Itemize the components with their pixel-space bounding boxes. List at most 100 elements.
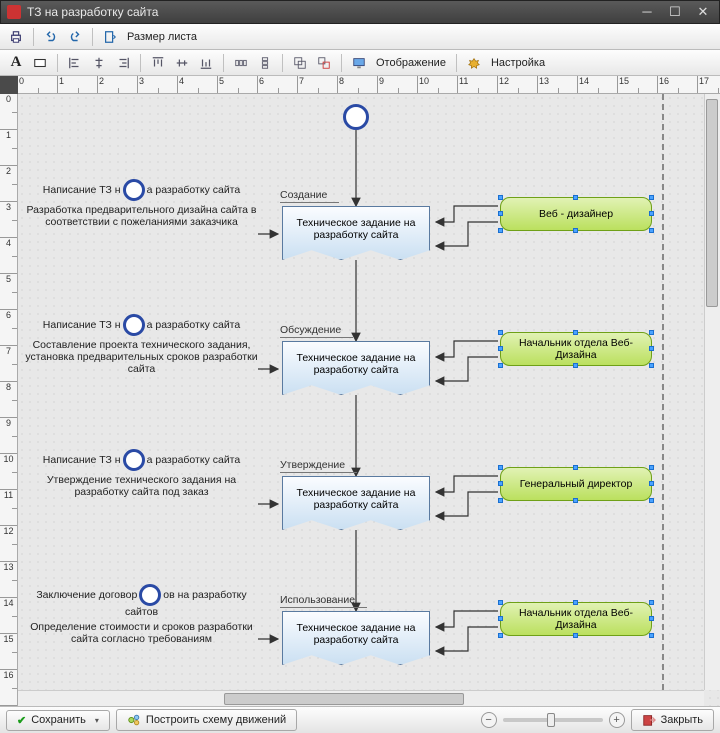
annotation-body: Определение стоимости и сроков разработк… — [24, 621, 259, 645]
resize-handle[interactable] — [573, 600, 578, 605]
annotation[interactable]: Написание ТЗ на разработку сайта Разработ… — [24, 179, 259, 228]
page-size-icon[interactable] — [100, 27, 120, 47]
close-window-button[interactable]: ✕ — [693, 4, 713, 20]
toolbar-primary: Размер листа — [0, 24, 720, 50]
resize-handle[interactable] — [498, 195, 503, 200]
minimize-button[interactable]: ─ — [637, 4, 657, 20]
close-button[interactable]: Закрыть — [631, 709, 714, 731]
display-label[interactable]: Отображение — [373, 57, 449, 69]
align-center-h-button[interactable] — [89, 53, 109, 73]
zoom-control: − + — [481, 712, 625, 728]
scrollbar-horizontal[interactable] — [18, 690, 704, 706]
redo-button[interactable] — [65, 27, 85, 47]
resize-handle[interactable] — [498, 633, 503, 638]
toolbar-secondary: A Отображение Настройка — [0, 50, 720, 76]
resize-handle[interactable] — [498, 211, 503, 216]
document-node[interactable]: Техническое задание на разработку сайта — [282, 341, 430, 395]
zoom-in-button[interactable]: + — [609, 712, 625, 728]
stage-label: Утверждение — [280, 459, 357, 473]
canvas[interactable]: Написание ТЗ на разработку сайта Разработ… — [18, 94, 720, 706]
align-left-button[interactable] — [65, 53, 85, 73]
page-margin-guide — [662, 94, 664, 690]
titlebar: ТЗ на разработку сайта ─ ☐ ✕ — [0, 0, 720, 24]
settings-icon[interactable] — [464, 53, 484, 73]
resize-handle[interactable] — [649, 616, 654, 621]
resize-handle[interactable] — [573, 498, 578, 503]
align-bottom-button[interactable] — [196, 53, 216, 73]
resize-handle[interactable] — [649, 498, 654, 503]
resize-handle[interactable] — [498, 600, 503, 605]
resize-handle[interactable] — [573, 195, 578, 200]
resize-handle[interactable] — [573, 330, 578, 335]
annotation-circle-icon — [123, 314, 145, 336]
annotation-head: Написание ТЗ на разработку сайта — [24, 179, 259, 201]
save-button[interactable]: ✔Сохранить — [6, 710, 110, 731]
resize-handle[interactable] — [573, 363, 578, 368]
resize-handle[interactable] — [498, 616, 503, 621]
resize-handle[interactable] — [573, 633, 578, 638]
annotation[interactable]: Написание ТЗ на разработку сайтаУтвержде… — [24, 449, 259, 498]
resize-handle[interactable] — [649, 600, 654, 605]
resize-handle[interactable] — [649, 481, 654, 486]
page-size-label[interactable]: Размер листа — [124, 31, 200, 43]
annotation-body: Составление проекта технического задания… — [24, 339, 259, 375]
distribute-v-button[interactable] — [255, 53, 275, 73]
resize-handle[interactable] — [649, 363, 654, 368]
print-button[interactable] — [6, 27, 26, 47]
display-icon[interactable] — [349, 53, 369, 73]
align-right-button[interactable] — [113, 53, 133, 73]
zoom-out-button[interactable]: − — [481, 712, 497, 728]
resize-handle[interactable] — [649, 195, 654, 200]
settings-label[interactable]: Настройка — [488, 57, 548, 69]
resize-handle[interactable] — [498, 465, 503, 470]
window-title: ТЗ на разработку сайта — [27, 5, 637, 19]
align-center-v-button[interactable] — [172, 53, 192, 73]
ungroup-button[interactable] — [314, 53, 334, 73]
resize-handle[interactable] — [573, 465, 578, 470]
build-scheme-button[interactable]: Построить схему движений — [116, 709, 297, 731]
app-icon — [7, 5, 21, 19]
resize-handle[interactable] — [649, 330, 654, 335]
resize-handle[interactable] — [498, 330, 503, 335]
annotation[interactable]: Заключение договоров на разработку сайто… — [24, 584, 259, 645]
stage-label: Обсуждение — [280, 324, 353, 338]
resize-handle[interactable] — [498, 363, 503, 368]
text-tool[interactable]: A — [6, 53, 26, 73]
role-node[interactable]: Веб - дизайнер — [500, 197, 652, 231]
annotation-body: Разработка предварительного дизайна сайт… — [24, 204, 259, 228]
role-label: Начальник отдела Веб-Дизайна — [505, 337, 647, 361]
resize-handle[interactable] — [498, 498, 503, 503]
annotation[interactable]: Написание ТЗ на разработку сайта Составле… — [24, 314, 259, 375]
resize-handle[interactable] — [573, 228, 578, 233]
annotation-circle-icon — [123, 449, 145, 471]
resize-handle[interactable] — [498, 346, 503, 351]
document-node[interactable]: Техническое задание на разработку сайта — [282, 206, 430, 260]
start-node[interactable] — [343, 104, 369, 130]
zoom-slider[interactable] — [503, 718, 603, 722]
resize-handle[interactable] — [498, 481, 503, 486]
maximize-button[interactable]: ☐ — [665, 4, 685, 20]
annotation-head: Заключение договоров на разработку сайто… — [24, 584, 259, 618]
resize-handle[interactable] — [649, 633, 654, 638]
document-node[interactable]: Техническое задание на разработку сайта — [282, 476, 430, 530]
role-node[interactable]: Генеральный директор — [500, 467, 652, 501]
scrollbar-vertical[interactable] — [704, 94, 720, 690]
align-top-button[interactable] — [148, 53, 168, 73]
distribute-h-button[interactable] — [231, 53, 251, 73]
ruler-horizontal: 01234567891011121314151617 — [18, 76, 720, 94]
resize-handle[interactable] — [498, 228, 503, 233]
resize-handle[interactable] — [649, 211, 654, 216]
role-label: Веб - дизайнер — [539, 208, 613, 220]
rect-tool[interactable] — [30, 53, 50, 73]
annotation-head: Написание ТЗ на разработку сайта — [24, 314, 259, 336]
resize-handle[interactable] — [649, 346, 654, 351]
role-node[interactable]: Начальник отдела Веб-Дизайна — [500, 602, 652, 636]
undo-button[interactable] — [41, 27, 61, 47]
bottom-bar: ✔Сохранить Построить схему движений − + … — [0, 706, 720, 733]
resize-handle[interactable] — [649, 465, 654, 470]
resize-handle[interactable] — [649, 228, 654, 233]
ruler-vertical: 012345678910111213141516 — [0, 94, 18, 706]
group-button[interactable] — [290, 53, 310, 73]
document-node[interactable]: Техническое задание на разработку сайта — [282, 611, 430, 665]
role-node[interactable]: Начальник отдела Веб-Дизайна — [500, 332, 652, 366]
